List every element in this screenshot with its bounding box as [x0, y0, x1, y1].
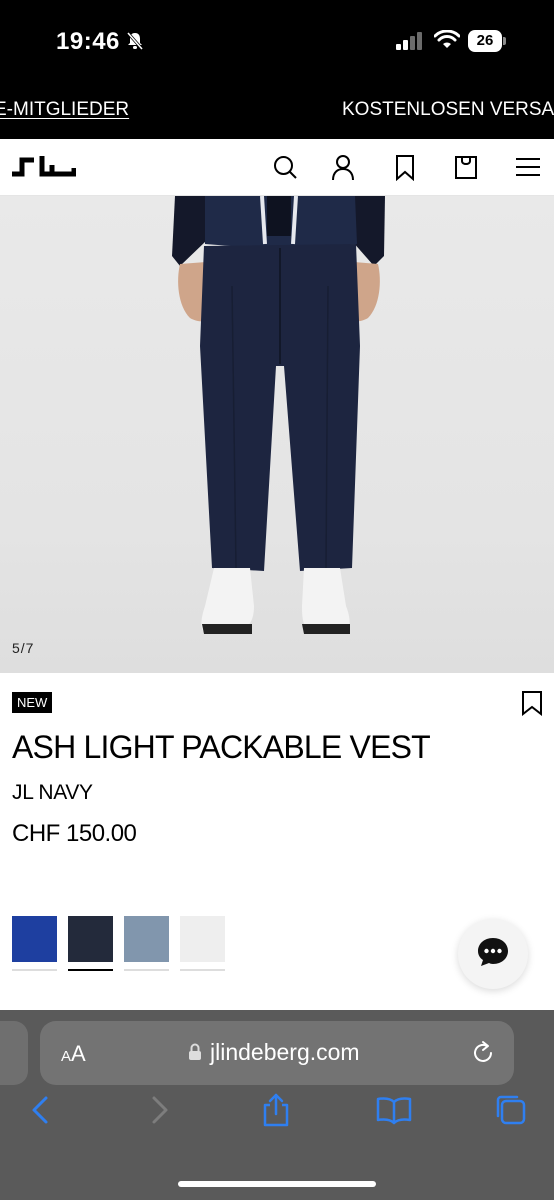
forward-icon[interactable] — [142, 1092, 178, 1128]
wishlist-icon[interactable] — [391, 153, 419, 181]
swatch-indicator — [180, 969, 225, 971]
swatch-indicator-selected — [68, 969, 113, 971]
status-bar: 19:46 26 — [0, 0, 554, 82]
product-title: ASH LIGHT PACKABLE VEST — [12, 729, 431, 765]
bag-icon[interactable] — [452, 153, 480, 181]
tabs-icon[interactable] — [493, 1092, 529, 1128]
promo-text-shipping: KOSTENLOSEN VERSA — [342, 99, 554, 120]
account-icon[interactable] — [329, 153, 357, 181]
menu-icon[interactable] — [514, 153, 542, 181]
bookmarks-icon[interactable] — [376, 1092, 412, 1128]
product-image[interactable] — [0, 196, 554, 673]
promo-banner: E-MITGLIEDER KOSTENLOSEN VERSA — [0, 82, 554, 139]
cellular-signal-icon — [396, 32, 422, 50]
gallery-counter: 5/7 — [12, 640, 35, 656]
chat-button[interactable] — [458, 919, 528, 989]
jl-logo-icon[interactable] — [12, 154, 76, 178]
site-header — [0, 139, 554, 196]
back-icon[interactable] — [22, 1092, 58, 1128]
silent-bell-icon — [126, 32, 144, 50]
new-badge: NEW — [12, 692, 53, 713]
color-swatch-navy[interactable] — [68, 916, 113, 962]
color-swatch-grey-blue[interactable] — [124, 916, 169, 962]
reload-icon[interactable] — [470, 1040, 496, 1066]
wifi-icon — [434, 30, 460, 48]
previous-tab-preview[interactable] — [0, 1021, 28, 1085]
add-to-wishlist-icon[interactable] — [520, 690, 544, 716]
search-icon[interactable] — [271, 153, 299, 181]
chat-bubble-icon — [478, 938, 508, 966]
home-indicator[interactable] — [178, 1181, 376, 1187]
lock-icon — [189, 1043, 201, 1060]
reader-options-button[interactable]: AA — [61, 1041, 86, 1067]
promo-link-members[interactable]: E-MITGLIEDER — [0, 99, 129, 121]
url-text[interactable]: jlindeberg.com — [210, 1039, 360, 1066]
swatch-indicator — [124, 969, 169, 971]
status-time: 19:46 — [56, 28, 120, 55]
color-swatch-blue[interactable] — [12, 916, 57, 962]
address-bar[interactable]: AA jlindeberg.com — [40, 1021, 514, 1085]
share-icon[interactable] — [258, 1092, 294, 1128]
swatch-indicator — [12, 969, 57, 971]
product-photo — [172, 196, 385, 634]
battery-icon: 26 — [468, 30, 506, 52]
product-color-name: JL NAVY — [12, 781, 93, 804]
product-price: CHF 150.00 — [12, 820, 137, 847]
battery-level: 26 — [468, 30, 502, 52]
color-swatch-white[interactable] — [180, 916, 225, 962]
